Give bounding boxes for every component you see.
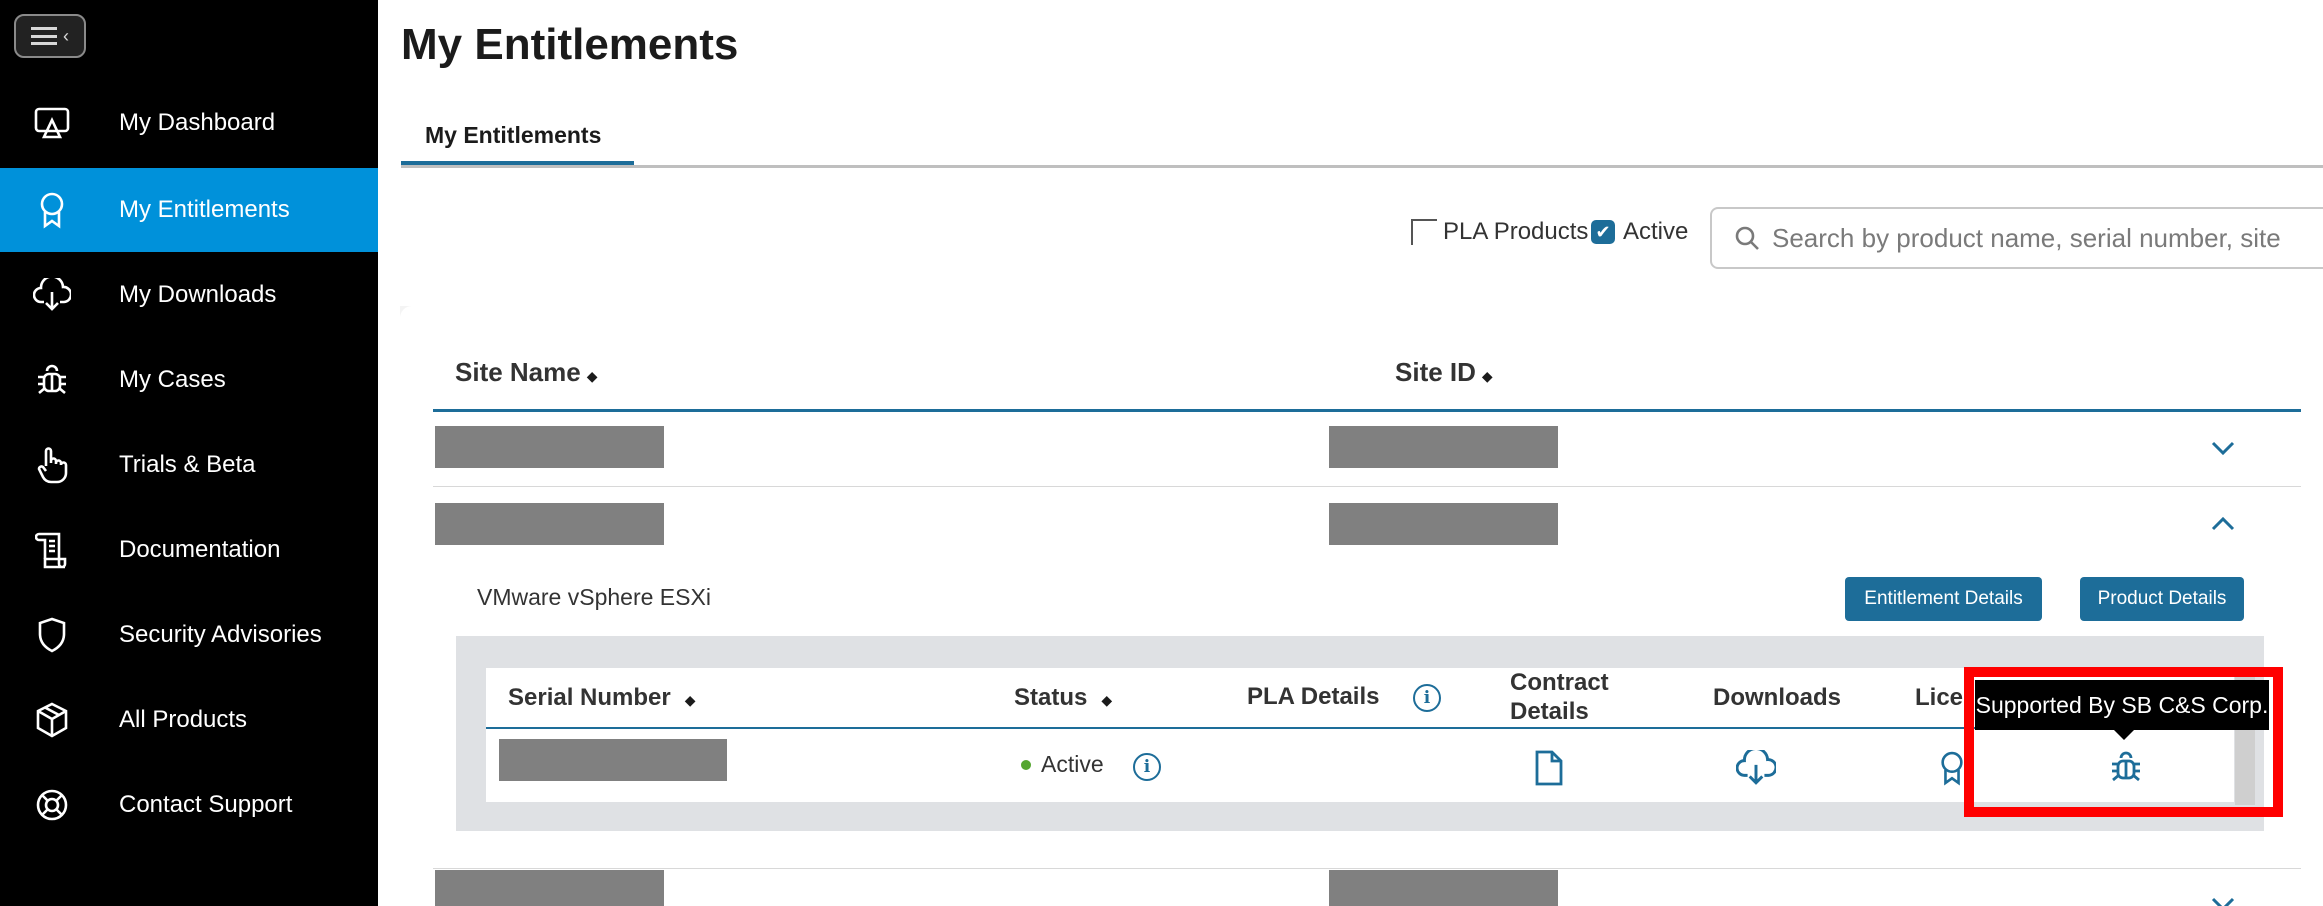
pla-details-info-icon[interactable]: i (1413, 684, 1441, 712)
redacted-serial-number (499, 739, 727, 781)
site-id-column-header[interactable]: Site ID ◆ (1395, 357, 1493, 388)
highlight-annotation-box (1964, 667, 2283, 817)
status-column-header[interactable]: Status ◆ (1014, 683, 1112, 715)
serial-number-column-header[interactable]: Serial Number ◆ (508, 683, 696, 715)
sidebar: ‹ My Dashboard My Entitlements My Downlo… (0, 0, 378, 906)
redacted-site-id (1329, 426, 1558, 468)
sort-icon: ◆ (1101, 692, 1113, 708)
sidebar-item-dashboard[interactable]: My Dashboard (0, 81, 378, 165)
pointer-hand-icon (32, 445, 72, 485)
tab-divider (401, 165, 2323, 168)
sidebar-item-downloads[interactable]: My Downloads (0, 253, 378, 337)
bug-icon (32, 360, 72, 400)
redacted-site-name (435, 503, 664, 545)
redacted-site-name (435, 426, 664, 468)
licenses-column-header: Lice (1915, 684, 1964, 711)
page: ‹ My Dashboard My Entitlements My Downlo… (0, 0, 2323, 906)
sidebar-item-entitlements[interactable]: My Entitlements (0, 168, 378, 252)
license-ribbon-icon[interactable] (1938, 748, 1966, 788)
product-name: VMware vSphere ESXi (477, 584, 711, 610)
cloud-download-icon[interactable] (1736, 750, 1776, 786)
sort-icon: ◆ (1481, 368, 1493, 384)
sidebar-item-label: All Products (119, 706, 248, 733)
sidebar-item-label: My Downloads (119, 281, 277, 308)
chevron-down-icon[interactable] (2209, 890, 2237, 906)
sidebar-toggle-button[interactable]: ‹ (14, 14, 86, 58)
pla-products-label: PLA Products (1443, 218, 1589, 245)
hamburger-icon (31, 27, 57, 45)
active-filter[interactable]: ✔ Active (1591, 218, 1688, 246)
sidebar-item-security-advisories[interactable]: Security Advisories (0, 593, 378, 677)
dashboard-icon (32, 103, 72, 143)
contract-details-column-header: Contract Details (1510, 669, 1609, 725)
search-input[interactable] (1772, 222, 2312, 254)
sort-icon: ◆ (586, 368, 598, 384)
sidebar-item-documentation[interactable]: Documentation (0, 508, 378, 592)
redacted-site-id (1329, 503, 1558, 545)
site-name-column-header[interactable]: Site Name ◆ (455, 357, 598, 388)
sidebar-item-label: Trials & Beta (119, 451, 256, 478)
chevron-left-icon: ‹ (63, 26, 69, 46)
row-divider (433, 868, 2301, 869)
sidebar-item-cases[interactable]: My Cases (0, 338, 378, 422)
search-icon (1735, 226, 1759, 250)
cloud-download-icon (32, 275, 72, 315)
redacted-site-id (1329, 870, 1558, 906)
sidebar-item-trials-beta[interactable]: Trials & Beta (0, 423, 378, 507)
status-active-dot (1021, 759, 1031, 770)
document-icon[interactable] (1534, 750, 1564, 786)
active-checkbox[interactable]: ✔ (1591, 220, 1615, 244)
scroll-icon (32, 530, 72, 570)
status-info-icon[interactable]: i (1133, 753, 1161, 781)
sidebar-item-contact-support[interactable]: Contact Support (0, 763, 378, 847)
cube-icon (32, 700, 72, 740)
entitlement-details-button[interactable]: Entitlement Details (1845, 577, 2042, 621)
sidebar-item-label: Contact Support (119, 791, 293, 818)
sidebar-item-label: Security Advisories (119, 621, 322, 648)
search-box[interactable] (1710, 207, 2323, 269)
tab-my-entitlements[interactable]: My Entitlements (401, 100, 634, 170)
sites-table-header-divider (433, 409, 2301, 412)
sort-icon: ◆ (684, 692, 696, 708)
status-value: Active (1041, 751, 1104, 777)
status-cell: Active (1021, 751, 1104, 778)
sidebar-item-label: My Dashboard (119, 109, 276, 136)
ribbon-icon (32, 190, 72, 230)
pla-details-column-header: PLA Details (1247, 683, 1380, 710)
sidebar-item-label: Documentation (119, 536, 281, 563)
shield-icon (32, 615, 72, 655)
lifebuoy-icon (32, 785, 72, 825)
active-label: Active (1623, 218, 1689, 245)
chevron-down-icon[interactable] (2209, 434, 2237, 462)
downloads-column-header: Downloads (1713, 684, 1842, 711)
pla-products-filter[interactable]: PLA Products (1411, 218, 1588, 246)
product-details-button[interactable]: Product Details (2080, 577, 2244, 621)
chevron-up-icon[interactable] (2209, 510, 2237, 538)
sidebar-item-label: My Entitlements (119, 196, 290, 223)
page-title: My Entitlements (401, 20, 739, 69)
sidebar-item-label: My Cases (119, 366, 226, 393)
row-divider (433, 486, 2301, 487)
sidebar-item-all-products[interactable]: All Products (0, 678, 378, 762)
redacted-site-name (435, 870, 664, 906)
pla-products-checkbox[interactable] (1411, 219, 1437, 245)
